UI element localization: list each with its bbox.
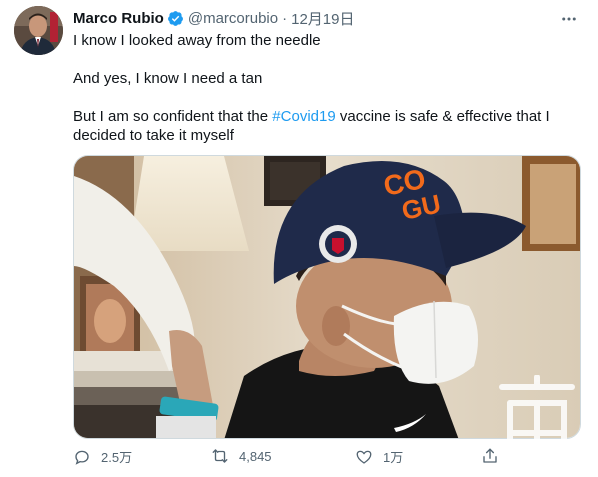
- vaccination-photo: CO GU: [74, 156, 580, 438]
- avatar-image: [14, 6, 63, 55]
- share-icon: [483, 448, 497, 463]
- reply-button[interactable]: 2.5万: [73, 447, 132, 466]
- reply-count: 2.5万: [101, 450, 133, 465]
- tweet-text: I know I looked away from the needle And…: [73, 31, 583, 164]
- like-count: 1万: [383, 450, 404, 465]
- tweet-date[interactable]: 12月19日: [291, 8, 354, 29]
- tweet-header: Marco Rubio @marcorubio · 12月19日: [73, 7, 578, 29]
- tweet-text-line: And yes, I know I need a tan: [73, 70, 263, 87]
- retweet-button[interactable]: 4,845: [211, 447, 272, 465]
- verified-badge-icon: [167, 10, 183, 26]
- retweet-icon: [212, 449, 228, 463]
- header-separator: ·: [282, 9, 288, 27]
- author-name[interactable]: Marco Rubio: [73, 10, 164, 27]
- more-horizontal-icon[interactable]: [560, 10, 578, 32]
- author-handle[interactable]: @marcorubio: [188, 10, 278, 27]
- share-button[interactable]: [481, 447, 509, 465]
- reply-icon: [75, 450, 89, 465]
- tweet-text-fragment: But I am so confident that the: [73, 108, 273, 125]
- like-button[interactable]: 1万: [355, 447, 403, 466]
- author-avatar[interactable]: [14, 6, 63, 55]
- tweet-card[interactable]: Marco Rubio @marcorubio · 12月19日 I know …: [0, 0, 598, 477]
- tweet-text-line: But I am so confident that the #Covid19 …: [73, 107, 583, 145]
- retweet-count: 4,845: [239, 448, 272, 464]
- hashtag-link[interactable]: #Covid19: [272, 108, 335, 125]
- tweet-photo[interactable]: CO GU: [73, 155, 581, 439]
- tweet-text-line: I know I looked away from the needle: [73, 32, 321, 49]
- tweet-actions: 2.5万 4,845 1万: [73, 447, 588, 475]
- heart-icon: [356, 450, 372, 464]
